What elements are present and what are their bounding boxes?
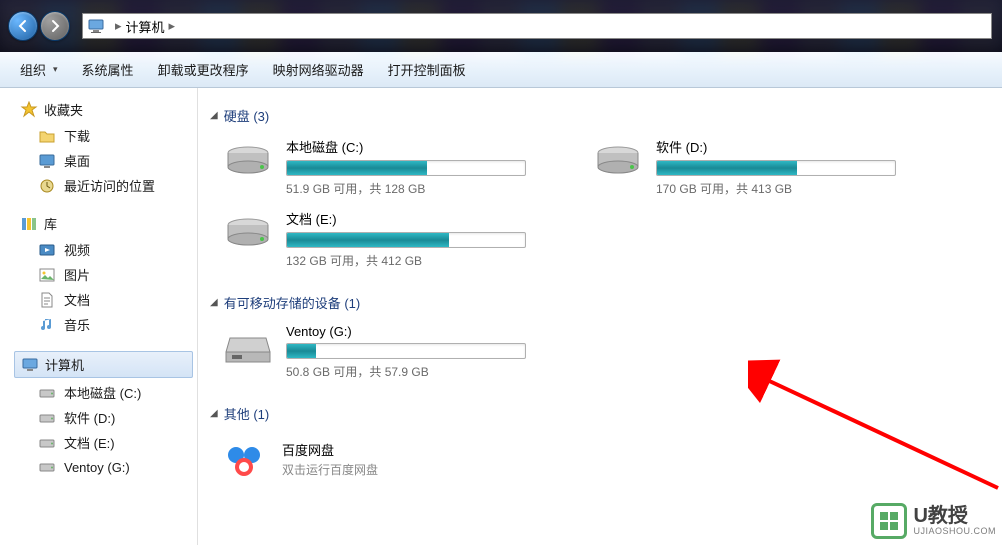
sidebar-item-drive-g[interactable]: Ventoy (G:) [0, 455, 197, 479]
toolbar-control-panel[interactable]: 打开控制面板 [378, 56, 476, 83]
toolbar-map-drive[interactable]: 映射网络驱动器 [263, 56, 374, 83]
drive-usage-bar [656, 160, 896, 176]
sidebar-item-label: 音乐 [64, 315, 90, 334]
breadcrumb-sep: ▸ [115, 18, 122, 34]
sidebar-item-drive-d[interactable]: 软件 (D:) [0, 405, 197, 430]
sidebar-item-videos[interactable]: 视频 [0, 237, 197, 262]
library-icon [20, 215, 38, 233]
drive-stats: 50.8 GB 可用，共 57.9 GB [286, 363, 526, 380]
drive-name: 软件 (D:) [656, 137, 896, 156]
drive-name: 文档 (E:) [286, 209, 526, 228]
breadcrumb-sep: ▸ [169, 18, 176, 34]
sidebar-item-label: 视频 [64, 240, 90, 259]
drive-item-g[interactable]: Ventoy (G:) 50.8 GB 可用，共 57.9 GB [220, 318, 530, 386]
section-title-hdd: 硬盘 (3) [224, 106, 270, 125]
nav-back-button[interactable] [8, 11, 38, 41]
sidebar-item-downloads[interactable]: 下载 [0, 123, 197, 148]
sidebar-item-recent[interactable]: 最近访问的位置 [0, 173, 197, 198]
document-icon [38, 291, 56, 309]
sidebar-item-drive-e[interactable]: 文档 (E:) [0, 430, 197, 455]
watermark: U教授 UJIAOSHOU.COM [871, 503, 996, 539]
nav-forward-button[interactable] [40, 11, 70, 41]
section-title-other: 其他 (1) [224, 404, 270, 423]
computer-icon [21, 356, 39, 374]
collapse-icon[interactable]: ◢ [210, 110, 218, 121]
drive-icon [38, 458, 56, 476]
sidebar-item-pictures[interactable]: 图片 [0, 262, 197, 287]
computer-icon [87, 18, 105, 34]
sidebar-item-label: 文档 [64, 290, 90, 309]
other-item-baidu[interactable]: 百度网盘 双击运行百度网盘 [210, 429, 990, 489]
sidebar: 收藏夹 下载 桌面 最近访问的位置 库 视频 [0, 88, 198, 545]
sidebar-item-documents[interactable]: 文档 [0, 287, 197, 312]
sidebar-item-desktop[interactable]: 桌面 [0, 148, 197, 173]
drive-item-d[interactable]: 软件 (D:) 170 GB 可用，共 413 GB [590, 131, 900, 203]
toolbar-uninstall[interactable]: 卸载或更改程序 [148, 56, 259, 83]
sidebar-item-music[interactable]: 音乐 [0, 312, 197, 337]
sidebar-item-label: 软件 (D:) [64, 408, 115, 427]
sidebar-item-label: 本地磁盘 (C:) [64, 383, 141, 402]
drive-item-c[interactable]: 本地磁盘 (C:) 51.9 GB 可用，共 128 GB [220, 131, 530, 203]
hdd-icon [594, 137, 642, 185]
watermark-badge-icon [871, 503, 907, 539]
watermark-brand: U教授 [913, 506, 996, 526]
section-title-removable: 有可移动存储的设备 (1) [224, 293, 361, 312]
collapse-icon[interactable]: ◢ [210, 408, 218, 419]
desktop-icon [38, 152, 56, 170]
sidebar-item-label: 图片 [64, 265, 90, 284]
drive-usage-bar [286, 160, 526, 176]
toolbar: 组织 系统属性 卸载或更改程序 映射网络驱动器 打开控制面板 [0, 52, 1002, 88]
watermark-url: UJIAOSHOU.COM [913, 526, 996, 536]
sidebar-item-label: 桌面 [64, 151, 90, 170]
picture-icon [38, 266, 56, 284]
baidu-netdisk-icon [220, 435, 268, 483]
breadcrumb-current[interactable]: 计算机 [126, 17, 165, 36]
drive-stats: 132 GB 可用，共 412 GB [286, 252, 526, 269]
drive-stats: 51.9 GB 可用，共 128 GB [286, 180, 526, 197]
sidebar-group-label: 收藏夹 [44, 100, 83, 119]
drive-usage-bar [286, 232, 526, 248]
other-item-name: 百度网盘 [282, 440, 378, 459]
music-icon [38, 316, 56, 334]
content-pane: ◢ 硬盘 (3) 本地磁盘 (C:) 51.9 GB 可用，共 128 GB [198, 88, 1002, 545]
drive-name: 本地磁盘 (C:) [286, 137, 526, 156]
sidebar-computer-header[interactable]: 计算机 [14, 351, 193, 378]
hdd-icon [224, 209, 272, 257]
address-bar[interactable]: ▸ 计算机 ▸ [82, 13, 992, 39]
drive-name: Ventoy (G:) [286, 324, 526, 339]
drive-icon [38, 409, 56, 427]
toolbar-system-properties[interactable]: 系统属性 [72, 56, 144, 83]
toolbar-organize[interactable]: 组织 [10, 56, 68, 83]
drive-usage-bar [286, 343, 526, 359]
hdd-icon [224, 137, 272, 185]
folder-icon [38, 127, 56, 145]
sidebar-item-label: 最近访问的位置 [64, 176, 155, 195]
drive-icon [38, 434, 56, 452]
drive-stats: 170 GB 可用，共 413 GB [656, 180, 896, 197]
recent-icon [38, 177, 56, 195]
sidebar-favorites-header[interactable]: 收藏夹 [0, 98, 197, 123]
sidebar-libraries-header[interactable]: 库 [0, 212, 197, 237]
sidebar-item-label: 文档 (E:) [64, 433, 115, 452]
sidebar-item-label: 下载 [64, 126, 90, 145]
drive-item-e[interactable]: 文档 (E:) 132 GB 可用，共 412 GB [220, 203, 530, 275]
sidebar-group-label: 计算机 [45, 355, 84, 374]
sidebar-item-label: Ventoy (G:) [64, 460, 130, 475]
collapse-icon[interactable]: ◢ [210, 297, 218, 308]
other-item-desc: 双击运行百度网盘 [282, 461, 378, 478]
star-icon [20, 101, 38, 119]
video-icon [38, 241, 56, 259]
sidebar-group-label: 库 [44, 214, 57, 233]
drive-icon [38, 384, 56, 402]
window-titlebar: ▸ 计算机 ▸ [0, 0, 1002, 52]
sidebar-item-drive-c[interactable]: 本地磁盘 (C:) [0, 380, 197, 405]
removable-drive-icon [224, 324, 272, 372]
